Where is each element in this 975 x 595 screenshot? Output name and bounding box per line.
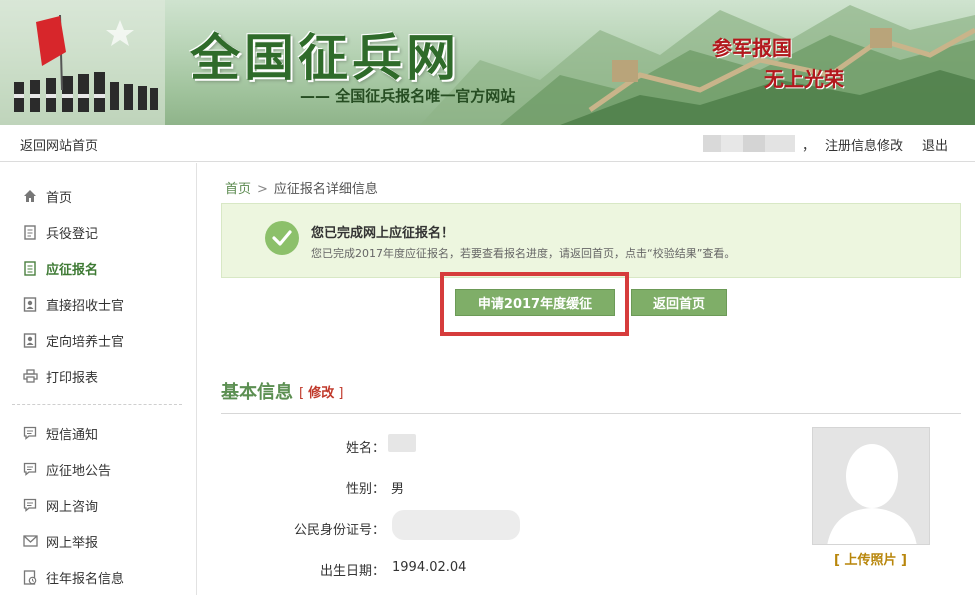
sidebar-item-label: 直接招收士官: [46, 298, 125, 314]
breadcrumb-separator: >: [257, 182, 268, 197]
avatar-silhouette-icon: [827, 444, 917, 544]
name-label: 姓名：: [345, 441, 385, 456]
sidebar-item-label: 兵役登记: [46, 226, 99, 242]
edit-bracket-close: ]: [338, 386, 344, 401]
upload-bracket-close: ]: [901, 553, 907, 568]
breadcrumb: 首页 > 应征报名详细信息: [225, 178, 378, 197]
sidebar-item-online-consult[interactable]: 网上咨询: [22, 495, 98, 515]
birth-date-value: 1994.02.04: [392, 560, 467, 575]
sidebar-item-sms-notice[interactable]: 短信通知: [22, 423, 98, 443]
success-notice: 您已完成网上应征报名！ 您已完成2017年度应征报名，若要查看报名进度，请返回首…: [221, 203, 961, 278]
id-card-icon: [22, 332, 38, 348]
upload-photo-label: 上传照片: [844, 553, 897, 568]
message-icon: [22, 461, 38, 477]
sidebar-item-label: 应征地公告: [46, 463, 112, 479]
breadcrumb-home[interactable]: 首页: [225, 182, 251, 197]
home-icon: [22, 188, 38, 204]
gender-value: 男: [391, 482, 405, 497]
slogan-line-2: 无上光荣: [764, 67, 844, 91]
edit-basic-info-link[interactable]: [ 修改 ]: [299, 382, 343, 401]
sidebar-item-label: 定向培养士官: [46, 334, 125, 350]
sidebar-item-local-announcement[interactable]: 应征地公告: [22, 459, 111, 479]
message-icon: [22, 425, 38, 441]
sidebar: 首页 兵役登记 应征报名 直接招收士官 定向培养士官 打印报表 短信通知 应征地…: [0, 163, 197, 595]
history-icon: [22, 569, 38, 585]
username-comma: ，: [802, 139, 816, 154]
breadcrumb-current: 应征报名详细信息: [273, 182, 378, 197]
name-value-redacted: [388, 434, 416, 452]
sidebar-item-label: 网上举报: [46, 535, 99, 551]
printer-icon: [22, 368, 38, 384]
sidebar-item-label: 首页: [46, 190, 73, 206]
site-banner: 全国征兵网 —— 全国征兵报名唯一官方网站 参军报国 无上光荣: [0, 0, 975, 125]
edit-registration-link[interactable]: 注册信息修改: [825, 135, 903, 154]
sidebar-item-label: 打印报表: [46, 370, 99, 386]
check-icon: [265, 221, 299, 255]
sidebar-item-home[interactable]: 首页: [22, 186, 72, 206]
sidebar-item-print-report[interactable]: 打印报表: [22, 366, 98, 386]
sidebar-item-online-report[interactable]: 网上举报: [22, 531, 98, 551]
highlight-annotation-box: [440, 272, 629, 336]
logout-link[interactable]: 退出: [922, 135, 948, 154]
sidebar-item-label: 应征报名: [46, 262, 99, 278]
site-subtitle: —— 全国征兵报名唯一官方网站: [300, 87, 516, 105]
sidebar-item-directed-nco-training[interactable]: 定向培养士官: [22, 330, 124, 350]
upload-bracket-open: [: [834, 553, 840, 568]
sidebar-item-past-registrations[interactable]: 往年报名信息: [22, 567, 124, 587]
sidebar-item-enlistment-registration[interactable]: 应征报名: [22, 258, 98, 278]
form-icon: [22, 260, 38, 276]
notice-title: 您已完成网上应征报名！: [311, 226, 455, 241]
id-card-icon: [22, 296, 38, 312]
document-icon: [22, 224, 38, 240]
upload-photo-link[interactable]: [ 上传照片 ]: [834, 549, 907, 568]
sidebar-item-direct-nco-recruit[interactable]: 直接招收士官: [22, 294, 124, 314]
back-to-home-button[interactable]: 返回首页: [631, 289, 727, 316]
top-nav-bar: 返回网站首页 ， 注册信息修改 退出: [0, 125, 975, 162]
back-to-site-home-link[interactable]: 返回网站首页: [20, 135, 98, 154]
mail-icon: [22, 533, 38, 549]
id-number-value-redacted: [392, 510, 520, 540]
profile-photo-placeholder: [812, 427, 930, 545]
sidebar-item-military-registration[interactable]: 兵役登记: [22, 222, 98, 242]
notice-detail: 您已完成2017年度应征报名，若要查看报名进度，请返回首页，点击“校验结果”查看…: [311, 247, 736, 260]
slogan: 参军报国 无上光荣: [712, 32, 844, 92]
id-number-label: 公民身份证号：: [293, 523, 385, 538]
sidebar-item-label: 短信通知: [46, 427, 99, 443]
birth-date-label: 出生日期：: [319, 564, 385, 579]
gender-label: 性别：: [345, 482, 385, 497]
sidebar-item-label: 往年报名信息: [46, 571, 125, 587]
username-redacted: [703, 135, 795, 152]
basic-info-header: 基本信息 [ 修改 ]: [221, 378, 961, 414]
edit-basic-info-label: 修改: [308, 386, 335, 401]
sidebar-item-label: 网上咨询: [46, 499, 99, 515]
slogan-line-1: 参军报国: [712, 36, 792, 60]
site-title: 全国征兵网: [190, 28, 460, 87]
basic-info-title: 基本信息: [221, 382, 293, 403]
edit-bracket-open: [: [299, 386, 305, 401]
sidebar-divider: [12, 404, 182, 405]
message-icon: [22, 497, 38, 513]
